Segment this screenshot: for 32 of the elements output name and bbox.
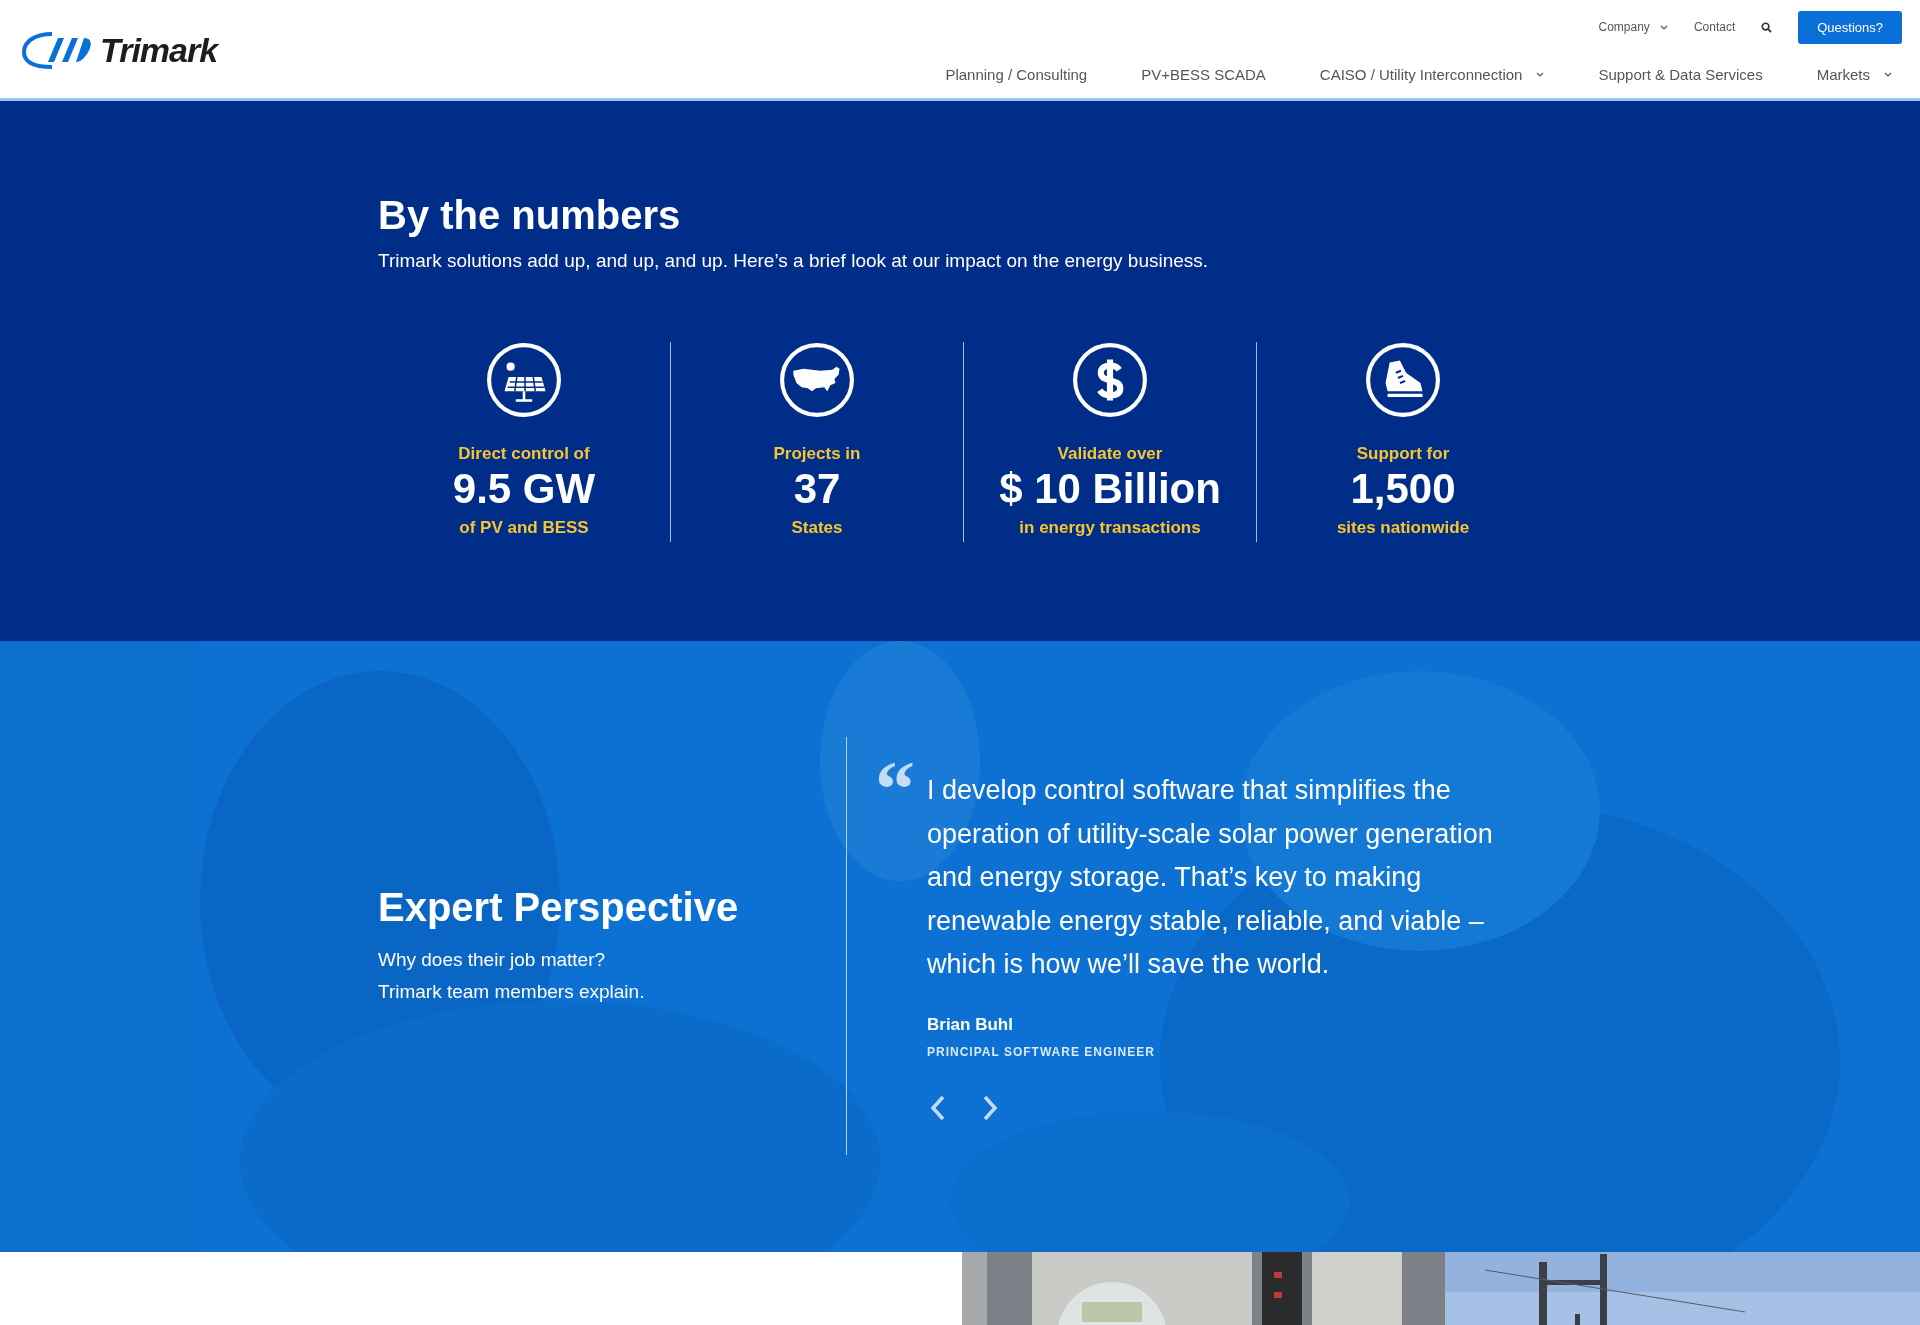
questions-button[interactable]: Questions? (1798, 10, 1902, 44)
search-icon[interactable] (1761, 21, 1773, 33)
stat-value: 1,500 (1350, 466, 1456, 513)
stat-value: 9.5 GW (452, 466, 596, 513)
stat-value: 37 (793, 466, 841, 513)
stat-caption: of PV and BESS (459, 518, 589, 539)
logo-text: Trimark (100, 30, 218, 70)
stat-caption: in energy transactions (1019, 518, 1201, 539)
stat-caption: States (791, 518, 843, 539)
nav-link[interactable]: Planning / Consulting (945, 66, 1088, 83)
nav-link[interactable]: Support & Data Services (1598, 66, 1763, 83)
top-nav-link[interactable]: Contact (1693, 20, 1736, 34)
chevron-down-icon (1659, 24, 1668, 30)
stat-label: Direct control of (458, 444, 590, 464)
stat-label: Projects in (773, 444, 861, 464)
nav-link[interactable]: Markets (1816, 66, 1892, 83)
stat-label: Support for (1356, 444, 1450, 464)
nav-link[interactable]: PV+BESS SCADA (1141, 66, 1266, 83)
chevron-down-icon (1536, 72, 1545, 77)
logo-icon (22, 30, 92, 70)
sneaker-icon (1365, 342, 1441, 418)
section-subtitle: Trimark solutions add up, and up, and up. Here’s a brief look at our impact on the energy business. (378, 250, 1210, 272)
top-nav-link[interactable]: Company (1598, 20, 1668, 34)
stat-caption: sites nationwide (1336, 518, 1470, 539)
stat-label: Validate over (1057, 444, 1163, 464)
dollar-icon (1072, 342, 1148, 418)
nav-link[interactable]: CAISO / Utility Interconnection (1319, 66, 1545, 83)
section-title: By the numbers (378, 193, 682, 238)
chevron-down-icon (1884, 72, 1892, 77)
solar-panel-icon (486, 342, 562, 418)
stat-value: $ 10 Billion (999, 466, 1221, 513)
usa-map-icon (779, 342, 855, 418)
